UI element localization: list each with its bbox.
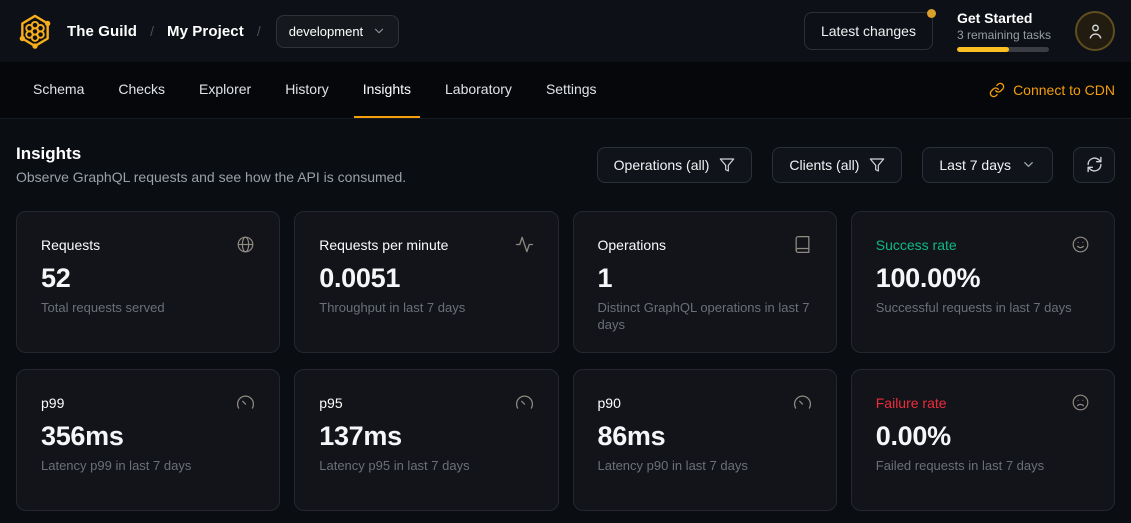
card-value: 100.00%: [876, 263, 1090, 294]
connect-to-cdn-link[interactable]: Connect to CDN: [989, 62, 1115, 118]
target-selector-value: development: [289, 24, 363, 39]
page-title: Insights: [16, 144, 406, 164]
card-subtitle: Latency p95 in last 7 days: [319, 458, 533, 475]
chevron-down-icon: [1021, 157, 1036, 172]
page-description: Observe GraphQL requests and see how the…: [16, 169, 406, 185]
card-title: p95: [319, 395, 342, 411]
operations-filter-label: Operations (all): [614, 157, 710, 173]
card-value: 52: [41, 263, 255, 294]
header-actions: Latest changes Get Started 3 remaining t…: [804, 10, 1115, 52]
link-icon: [989, 82, 1005, 98]
card-value: 356ms: [41, 421, 255, 452]
stat-card-requests-per-minute: Requests per minute 0.0051 Throughput in…: [294, 211, 558, 353]
card-title: p90: [598, 395, 621, 411]
operations-filter-button[interactable]: Operations (all): [597, 147, 753, 183]
gauge-icon: [515, 393, 534, 412]
tab-insights[interactable]: Insights: [354, 62, 420, 118]
target-selector-dropdown[interactable]: development: [276, 15, 399, 48]
connect-to-cdn-label: Connect to CDN: [1013, 82, 1115, 98]
tab-settings[interactable]: Settings: [537, 62, 606, 118]
card-value: 1: [598, 263, 812, 294]
tab-checks[interactable]: Checks: [109, 62, 174, 118]
tab-explorer[interactable]: Explorer: [190, 62, 260, 118]
stat-card-operations: Operations 1 Distinct GraphQL operations…: [573, 211, 837, 353]
card-title: Success rate: [876, 237, 957, 253]
date-range-label: Last 7 days: [939, 157, 1011, 173]
notification-dot: [927, 9, 936, 18]
nav-tabs: Schema Checks Explorer History Insights …: [24, 62, 606, 118]
card-subtitle: Throughput in last 7 days: [319, 300, 533, 317]
gauge-icon: [236, 393, 255, 412]
breadcrumb: The Guild / My Project / development: [16, 12, 399, 50]
card-title: Requests per minute: [319, 237, 448, 253]
card-subtitle: Total requests served: [41, 300, 255, 317]
refresh-icon: [1086, 156, 1103, 173]
smile-icon: [1071, 235, 1090, 254]
user-avatar[interactable]: [1075, 11, 1115, 51]
stat-card-success-rate: Success rate 100.00% Successful requests…: [851, 211, 1115, 353]
get-started-progress-fill: [957, 47, 1009, 52]
project-nav: Schema Checks Explorer History Insights …: [0, 62, 1131, 119]
stats-grid: Requests 52 Total requests served Reques…: [0, 185, 1131, 511]
card-title: Operations: [598, 237, 666, 253]
stat-card-p99: p99 356ms Latency p99 in last 7 days: [16, 369, 280, 511]
card-value: 86ms: [598, 421, 812, 452]
insights-section-header: Insights Observe GraphQL requests and se…: [0, 119, 1131, 185]
breadcrumb-separator: /: [257, 23, 261, 39]
get-started-progress-bar: [957, 47, 1049, 52]
book-icon: [793, 235, 812, 254]
breadcrumb-org-link[interactable]: The Guild: [67, 23, 137, 40]
card-subtitle: Latency p90 in last 7 days: [598, 458, 812, 475]
stat-card-requests: Requests 52 Total requests served: [16, 211, 280, 353]
card-subtitle: Failed requests in last 7 days: [876, 458, 1090, 475]
tab-schema[interactable]: Schema: [24, 62, 93, 118]
tab-laboratory[interactable]: Laboratory: [436, 62, 521, 118]
frown-icon: [1071, 393, 1090, 412]
card-title: Failure rate: [876, 395, 947, 411]
breadcrumb-separator: /: [150, 23, 154, 39]
hive-logo-icon[interactable]: [16, 12, 54, 50]
stat-card-p90: p90 86ms Latency p90 in last 7 days: [573, 369, 837, 511]
card-subtitle: Latency p99 in last 7 days: [41, 458, 255, 475]
card-title: Requests: [41, 237, 100, 253]
chevron-down-icon: [372, 24, 386, 38]
latest-changes-label: Latest changes: [821, 23, 916, 39]
globe-icon: [236, 235, 255, 254]
get-started-title: Get Started: [957, 10, 1051, 26]
filter-icon: [869, 157, 885, 173]
latest-changes-button[interactable]: Latest changes: [804, 12, 933, 50]
card-value: 0.0051: [319, 263, 533, 294]
card-title: p99: [41, 395, 64, 411]
clients-filter-label: Clients (all): [789, 157, 859, 173]
card-value: 0.00%: [876, 421, 1090, 452]
gauge-icon: [793, 393, 812, 412]
get-started-remaining-tasks: 3 remaining tasks: [957, 28, 1051, 42]
tab-history[interactable]: History: [276, 62, 338, 118]
date-range-dropdown[interactable]: Last 7 days: [922, 147, 1053, 183]
activity-icon: [515, 235, 534, 254]
refresh-button[interactable]: [1073, 147, 1115, 183]
card-subtitle: Distinct GraphQL operations in last 7 da…: [598, 300, 812, 334]
insights-heading-block: Insights Observe GraphQL requests and se…: [16, 144, 406, 185]
insights-filters: Operations (all) Clients (all) Last 7 da…: [597, 147, 1115, 183]
clients-filter-button[interactable]: Clients (all): [772, 147, 902, 183]
stat-card-failure-rate: Failure rate 0.00% Failed requests in la…: [851, 369, 1115, 511]
card-value: 137ms: [319, 421, 533, 452]
filter-icon: [719, 157, 735, 173]
breadcrumb-project-link[interactable]: My Project: [167, 23, 244, 40]
person-icon: [1086, 22, 1105, 41]
top-header: The Guild / My Project / development Lat…: [0, 0, 1131, 62]
stat-card-p95: p95 137ms Latency p95 in last 7 days: [294, 369, 558, 511]
card-subtitle: Successful requests in last 7 days: [876, 300, 1090, 317]
get-started-widget[interactable]: Get Started 3 remaining tasks: [957, 10, 1051, 52]
